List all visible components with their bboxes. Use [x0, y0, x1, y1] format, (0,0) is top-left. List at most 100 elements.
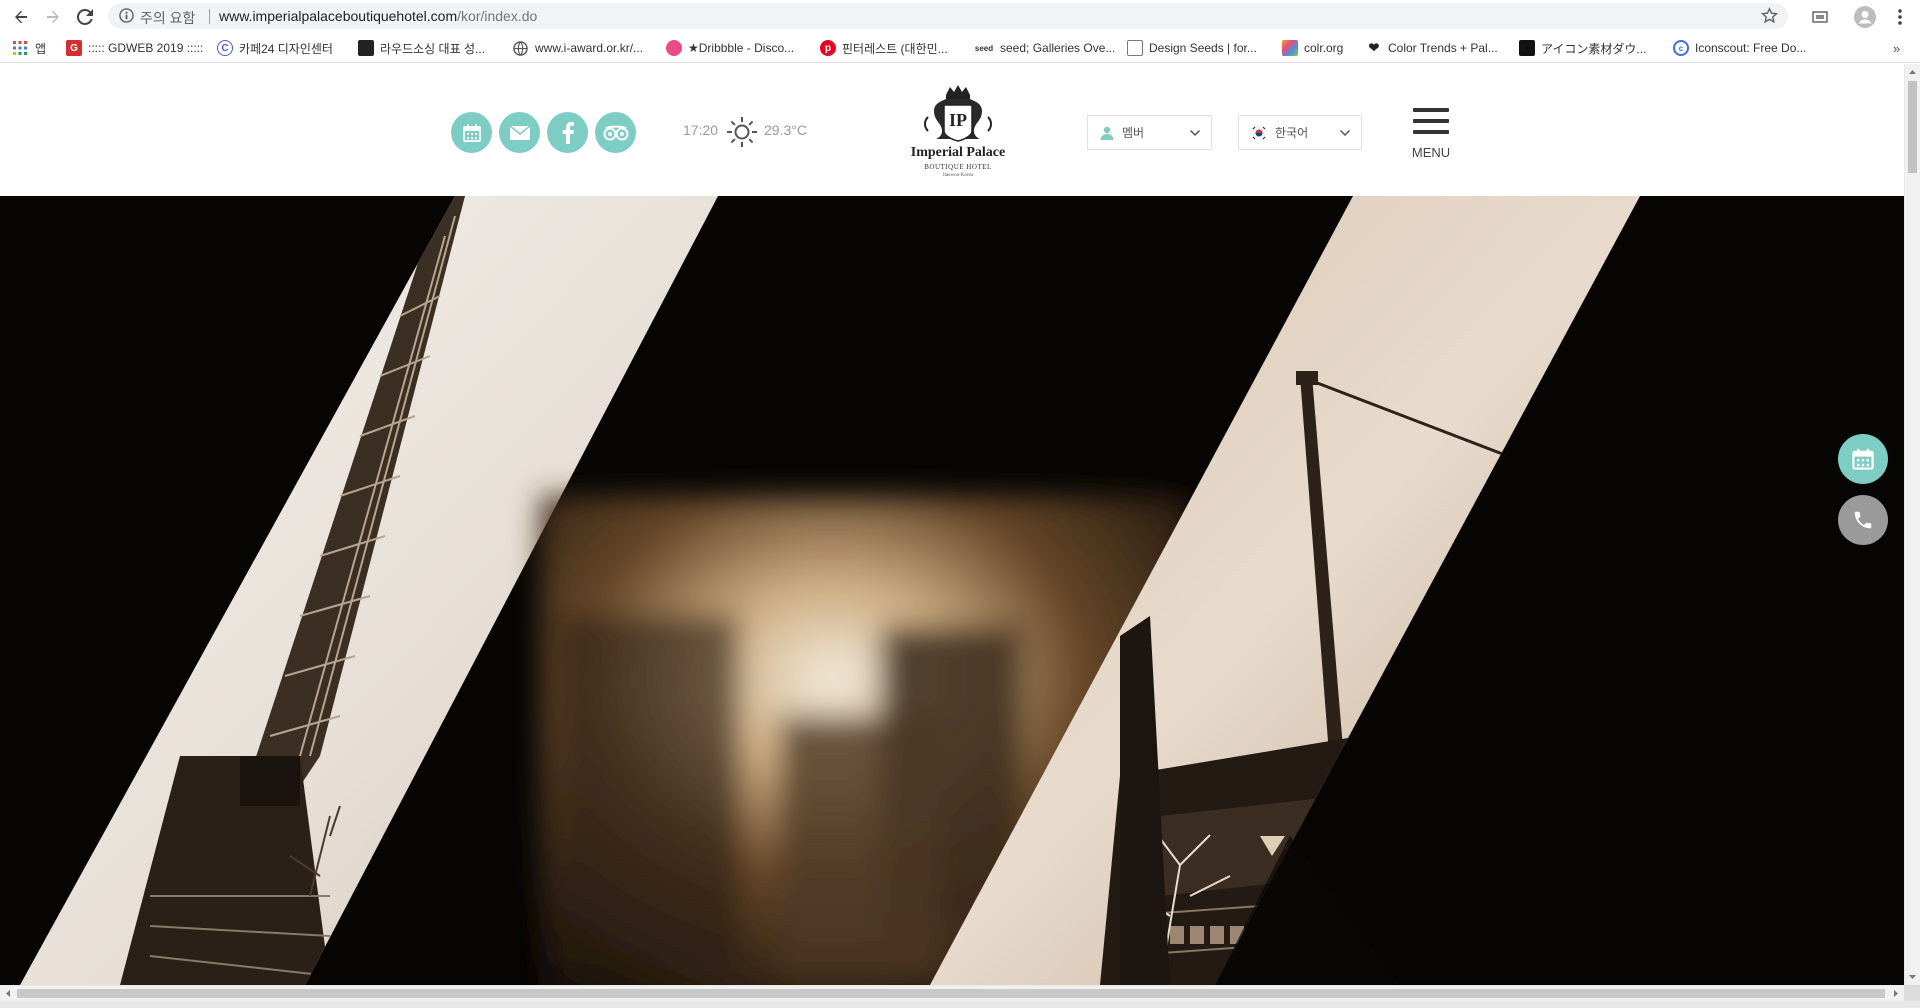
bookmark-i-award[interactable]: www.i-award.or.kr/... — [513, 39, 643, 57]
back-button[interactable] — [9, 5, 33, 29]
address-bar[interactable]: 주의 요함 www.imperialpalaceboutiquehotel.co… — [108, 3, 1788, 29]
bookmark-gdweb[interactable]: G ::::: GDWEB 2019 ::::: — [66, 39, 203, 57]
bookmark-label: Design Seeds | for... — [1149, 41, 1257, 55]
url-text[interactable]: www.imperialpalaceboutiquehotel.com/kor/… — [219, 8, 537, 24]
apps-grid-icon — [13, 41, 27, 55]
tripadvisor-button[interactable] — [595, 112, 636, 153]
menu-label: MENU — [1411, 145, 1451, 160]
bookmark-seed[interactable]: seed seed; Galleries Ove... — [974, 39, 1116, 57]
tripadvisor-icon — [603, 125, 628, 140]
facebook-icon — [562, 121, 574, 144]
profile-button[interactable] — [1853, 5, 1877, 29]
reservation-button[interactable] — [451, 112, 492, 153]
bookmarks-bar: 앱 G ::::: GDWEB 2019 ::::: C 카페24 디자인센터 … — [0, 33, 1920, 63]
bookmark-label: Color Trends + Pal... — [1388, 41, 1498, 55]
hero-image — [0, 196, 1904, 985]
info-icon[interactable] — [119, 8, 134, 28]
vertical-scrollbar[interactable] — [1904, 64, 1920, 985]
local-time: 17:20 — [683, 122, 719, 138]
cafe24-icon: C — [217, 40, 233, 56]
security-warning[interactable]: 주의 요함 — [140, 8, 195, 28]
bookmark-label: 카페24 디자인센터 — [239, 41, 333, 56]
cast-icon — [1812, 11, 1828, 23]
crest-emblem: IP — [924, 85, 992, 142]
window-bottom-edge — [0, 1001, 1920, 1008]
bookmark-label: アイコン素材ダウ... — [1541, 41, 1647, 56]
hotel-logo[interactable]: IP Imperial Palace BOUTIQUE HOTEL Itaewo… — [910, 81, 1006, 181]
omnibox-divider — [209, 9, 210, 24]
browser-menu-button[interactable] — [1888, 5, 1912, 29]
chevron-down-icon — [1339, 129, 1351, 137]
dribbble-icon — [666, 40, 682, 56]
design-seeds-icon — [1127, 40, 1143, 56]
scroll-right-icon[interactable] — [1888, 986, 1903, 1001]
globe-icon — [513, 40, 528, 56]
bookmark-dribbble[interactable]: ★Dribbble - Disco... — [666, 39, 794, 57]
phone-icon — [1854, 511, 1872, 529]
seed-icon: seed — [974, 43, 994, 53]
bookmark-label: 앱 — [35, 41, 47, 56]
gdweb-icon: G — [66, 40, 82, 56]
floating-phone-button[interactable] — [1838, 495, 1888, 545]
bookmark-cafe24[interactable]: C 카페24 디자인센터 — [217, 39, 333, 57]
bookmark-color-trends[interactable]: ❤ Color Trends + Pal... — [1366, 39, 1498, 57]
bookmark-label: colr.org — [1304, 41, 1344, 55]
temperature: 29.3°C — [764, 122, 807, 138]
hero-visual — [0, 196, 1904, 985]
logo-title: Imperial Palace — [910, 145, 1006, 160]
contact-mail-button[interactable] — [499, 112, 540, 153]
language-dropdown[interactable]: 한국어 — [1238, 115, 1362, 150]
logo-subtitle: BOUTIQUE HOTEL — [924, 163, 992, 171]
language-label: 한국어 — [1275, 126, 1309, 140]
forward-button[interactable] — [41, 5, 65, 29]
bookmark-apps[interactable]: 앱 — [13, 39, 46, 57]
kebab-menu-icon — [1898, 9, 1902, 25]
scroll-down-icon[interactable] — [1905, 969, 1920, 984]
bookmark-iconscout[interactable]: c Iconscout: Free Do... — [1673, 39, 1806, 57]
bookmark-pinterest[interactable]: p 핀터레스트 (대한민... — [820, 39, 948, 57]
member-dropdown[interactable]: 멤버 — [1087, 115, 1212, 150]
bookmark-label: 라우드소싱 대표 성... — [380, 41, 485, 56]
mail-icon — [509, 124, 530, 140]
scrollbar-corner — [1904, 985, 1920, 1001]
facebook-button[interactable] — [547, 112, 588, 153]
url-domain: www.imperialpalaceboutiquehotel.com — [219, 8, 458, 24]
bookmark-colr[interactable]: colr.org — [1282, 39, 1343, 57]
browser-toolbar: 주의 요함 www.imperialpalaceboutiquehotel.co… — [0, 0, 1920, 33]
horizontal-scroll-thumb[interactable] — [17, 989, 1885, 998]
sun-icon — [726, 116, 758, 153]
loudsourcing-icon — [358, 40, 374, 56]
bookmark-label: ★Dribbble - Disco... — [688, 41, 795, 55]
arrow-right-icon — [47, 10, 59, 24]
menu-button[interactable]: MENU — [1410, 108, 1452, 160]
bookmark-loudsourcing[interactable]: 라우드소싱 대표 성... — [358, 39, 485, 57]
reload-icon — [77, 9, 93, 25]
member-label: 멤버 — [1122, 126, 1145, 140]
page-viewport: 17:20 29.3°C IP Imperial Palace BOUTIQUE… — [0, 64, 1904, 985]
url-path: /kor/index.do — [457, 8, 538, 24]
bookmark-star-icon[interactable] — [1760, 7, 1779, 29]
scroll-up-icon[interactable] — [1905, 65, 1920, 80]
arrow-left-icon — [15, 10, 27, 24]
bookmark-icon-material[interactable]: アイコン素材ダウ... — [1519, 39, 1646, 57]
scroll-left-icon[interactable] — [1, 986, 16, 1001]
calendar-icon — [462, 124, 481, 142]
cast-button[interactable] — [1808, 5, 1832, 29]
bookmark-label: ::::: GDWEB 2019 ::::: — [88, 41, 204, 55]
horizontal-scrollbar[interactable] — [0, 985, 1904, 1001]
reload-button[interactable] — [73, 5, 97, 29]
bookmark-label: Iconscout: Free Do... — [1695, 41, 1807, 55]
bookmarks-overflow-icon[interactable]: » — [1893, 39, 1900, 57]
heart-icon: ❤ — [1368, 40, 1380, 55]
icon-material-icon — [1519, 40, 1535, 56]
bookmark-label: 핀터레스트 (대한민... — [842, 41, 948, 56]
site-header: 17:20 29.3°C IP Imperial Palace BOUTIQUE… — [0, 64, 1904, 196]
floating-reservation-button[interactable] — [1838, 434, 1888, 484]
vertical-scroll-thumb[interactable] — [1908, 81, 1917, 173]
bookmark-label: www.i-award.or.kr/... — [535, 41, 644, 55]
pinterest-icon: p — [820, 40, 836, 56]
user-icon — [1100, 126, 1114, 140]
korea-flag-icon — [1251, 124, 1267, 141]
avatar-icon — [1854, 6, 1876, 28]
bookmark-design-seeds[interactable]: Design Seeds | for... — [1127, 39, 1257, 57]
